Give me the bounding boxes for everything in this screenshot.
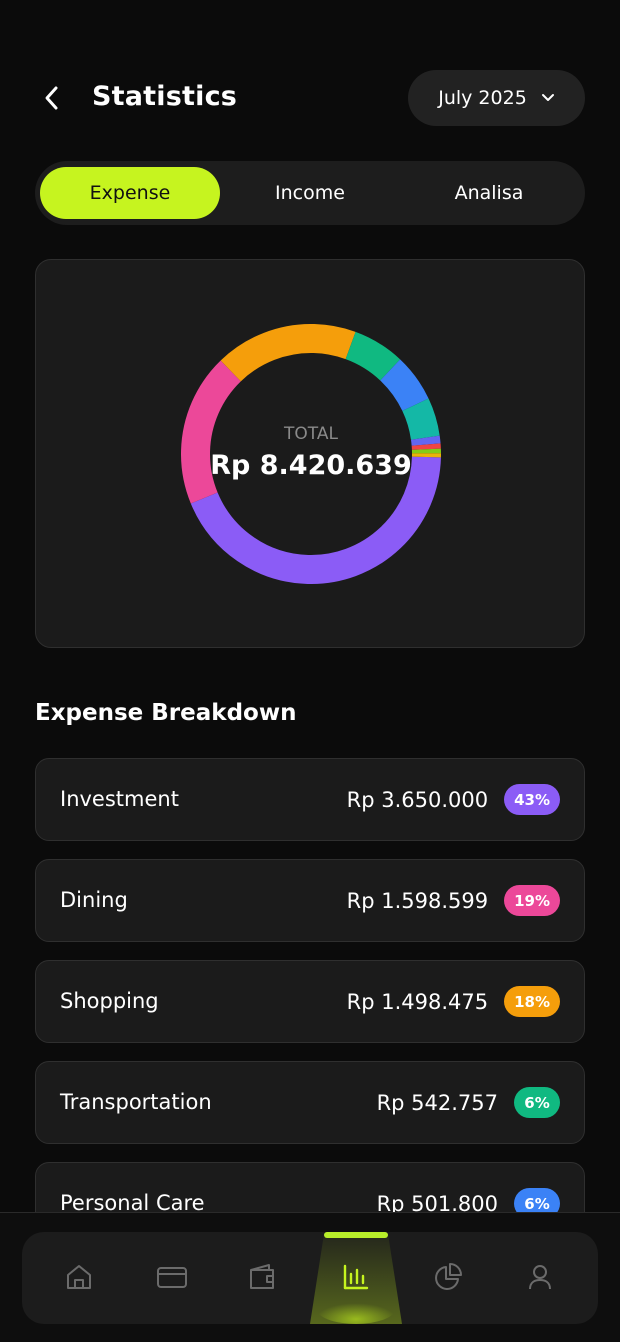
category-amount: Rp 1.598.599 xyxy=(346,888,489,913)
category-amount: Rp 3.650.000 xyxy=(346,787,489,812)
category-name: Transportation xyxy=(60,1090,212,1114)
chart-card: TOTAL Rp 8.420.639 xyxy=(35,259,585,648)
list-item[interactable]: Dining Rp 1.598.599 19% xyxy=(35,859,585,942)
chevron-down-icon xyxy=(541,94,554,101)
card-icon xyxy=(157,1267,187,1288)
nav-statistics[interactable] xyxy=(333,1254,379,1300)
tab-bar: Expense Income Analisa xyxy=(35,161,585,225)
tab-income[interactable]: Income xyxy=(220,167,400,219)
home-icon xyxy=(67,1265,91,1289)
header: Statistics July 2025 xyxy=(35,70,585,126)
wallet-icon xyxy=(250,1264,274,1289)
nav-wallet[interactable] xyxy=(240,1254,286,1300)
breakdown-list: Investment Rp 3.650.000 43% Dining Rp 1.… xyxy=(35,758,585,1263)
nav-profile[interactable] xyxy=(517,1254,563,1300)
back-button[interactable] xyxy=(35,76,69,120)
page-title: Statistics xyxy=(92,81,238,112)
bar-chart-icon xyxy=(343,1264,369,1290)
nav-reports[interactable] xyxy=(425,1254,471,1300)
nav-home[interactable] xyxy=(56,1254,102,1300)
category-amount: Rp 1.498.475 xyxy=(346,989,489,1014)
chevron-left-icon xyxy=(45,86,58,110)
category-name: Dining xyxy=(60,888,128,912)
bottom-bar xyxy=(0,1212,620,1342)
active-indicator xyxy=(324,1232,388,1238)
percent-badge: 19% xyxy=(504,885,560,916)
month-selector[interactable]: July 2025 xyxy=(408,70,585,126)
total-value: Rp 8.420.639 xyxy=(210,450,412,481)
nav-cards[interactable] xyxy=(149,1254,195,1300)
category-name: Investment xyxy=(60,787,179,811)
percent-badge: 43% xyxy=(504,784,560,815)
total-label: TOTAL xyxy=(284,424,338,444)
list-item[interactable]: Shopping Rp 1.498.475 18% xyxy=(35,960,585,1043)
list-item[interactable]: Transportation Rp 542.757 6% xyxy=(35,1061,585,1144)
bottom-nav xyxy=(22,1232,598,1324)
list-item[interactable]: Investment Rp 3.650.000 43% xyxy=(35,758,585,841)
month-label: July 2025 xyxy=(438,87,527,109)
pie-chart-icon xyxy=(435,1263,462,1290)
category-amount: Rp 542.757 xyxy=(376,1090,498,1115)
percent-badge: 6% xyxy=(514,1087,560,1118)
user-icon xyxy=(529,1265,551,1290)
breakdown-title: Expense Breakdown xyxy=(35,700,297,726)
percent-badge: 18% xyxy=(504,986,560,1017)
category-name: Shopping xyxy=(60,989,159,1013)
tab-analisa[interactable]: Analisa xyxy=(399,167,579,219)
tab-expense[interactable]: Expense xyxy=(40,167,220,219)
